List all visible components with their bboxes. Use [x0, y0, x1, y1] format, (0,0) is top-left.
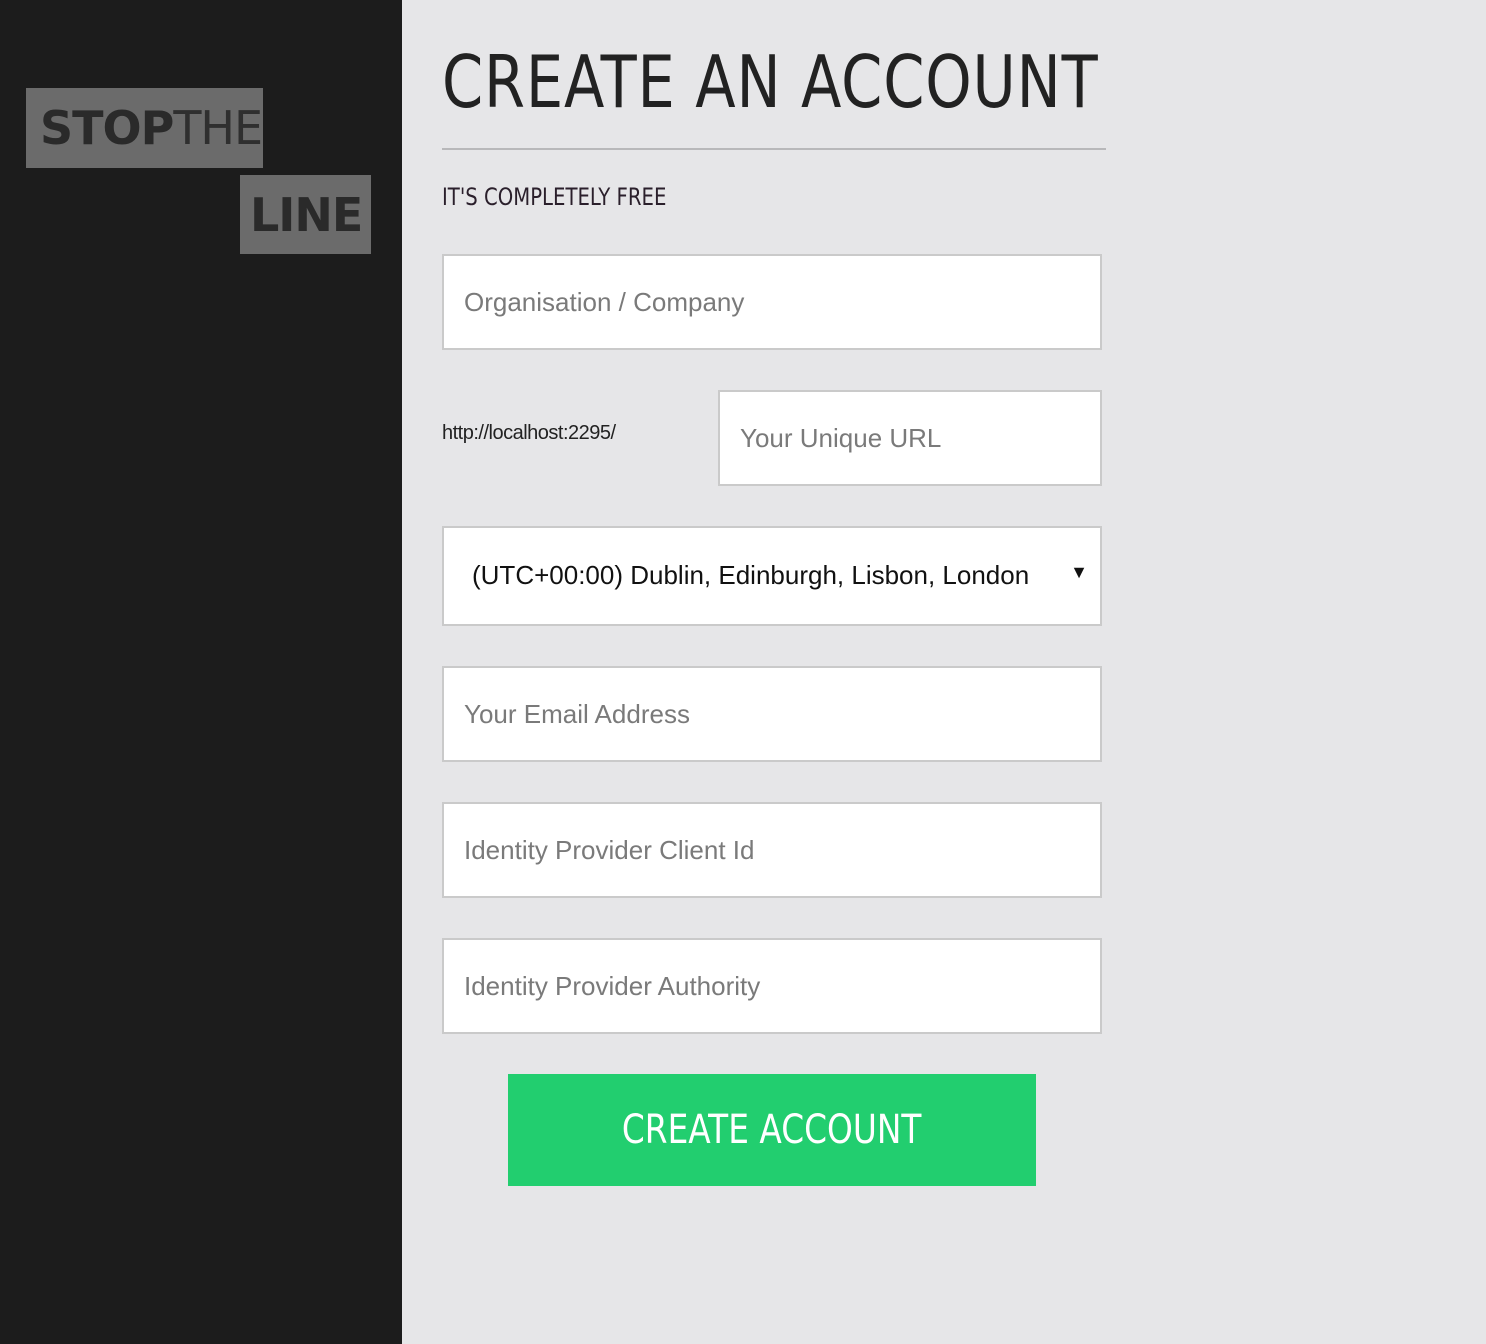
timezone-selected-value: (UTC+00:00) Dublin, Edinburgh, Lisbon, L…: [472, 560, 1030, 590]
logo-word-stop: STOP: [40, 101, 174, 155]
create-account-button-label: CREATE ACCOUNT: [622, 1107, 922, 1153]
logo-bottom[interactable]: LINE: [240, 175, 371, 254]
idp-authority-input[interactable]: [442, 938, 1102, 1034]
organisation-input[interactable]: [442, 254, 1102, 350]
create-account-button[interactable]: CREATE ACCOUNT: [508, 1074, 1036, 1186]
unique-url-input[interactable]: [718, 390, 1102, 486]
page-subtitle: IT'S COMPLETELY FREE: [442, 183, 667, 211]
logo-word-line: LINE: [250, 187, 363, 242]
email-input[interactable]: [442, 666, 1102, 762]
dropdown-arrow-icon: ▼: [1070, 562, 1088, 582]
logo-top[interactable]: STOP THE: [26, 88, 263, 168]
page-title: CREATE AN ACCOUNT: [442, 40, 1099, 124]
main-panel: CREATE AN ACCOUNT IT'S COMPLETELY FREE h…: [402, 0, 1486, 1344]
title-divider: [442, 148, 1106, 150]
sidebar: STOP THE LINE: [0, 0, 402, 1344]
idp-client-id-input[interactable]: [442, 802, 1102, 898]
url-prefix-label: http://localhost:2295/: [442, 422, 616, 444]
logo-word-the: THE: [173, 101, 263, 155]
timezone-select[interactable]: (UTC+00:00) Dublin, Edinburgh, Lisbon, L…: [442, 526, 1102, 626]
